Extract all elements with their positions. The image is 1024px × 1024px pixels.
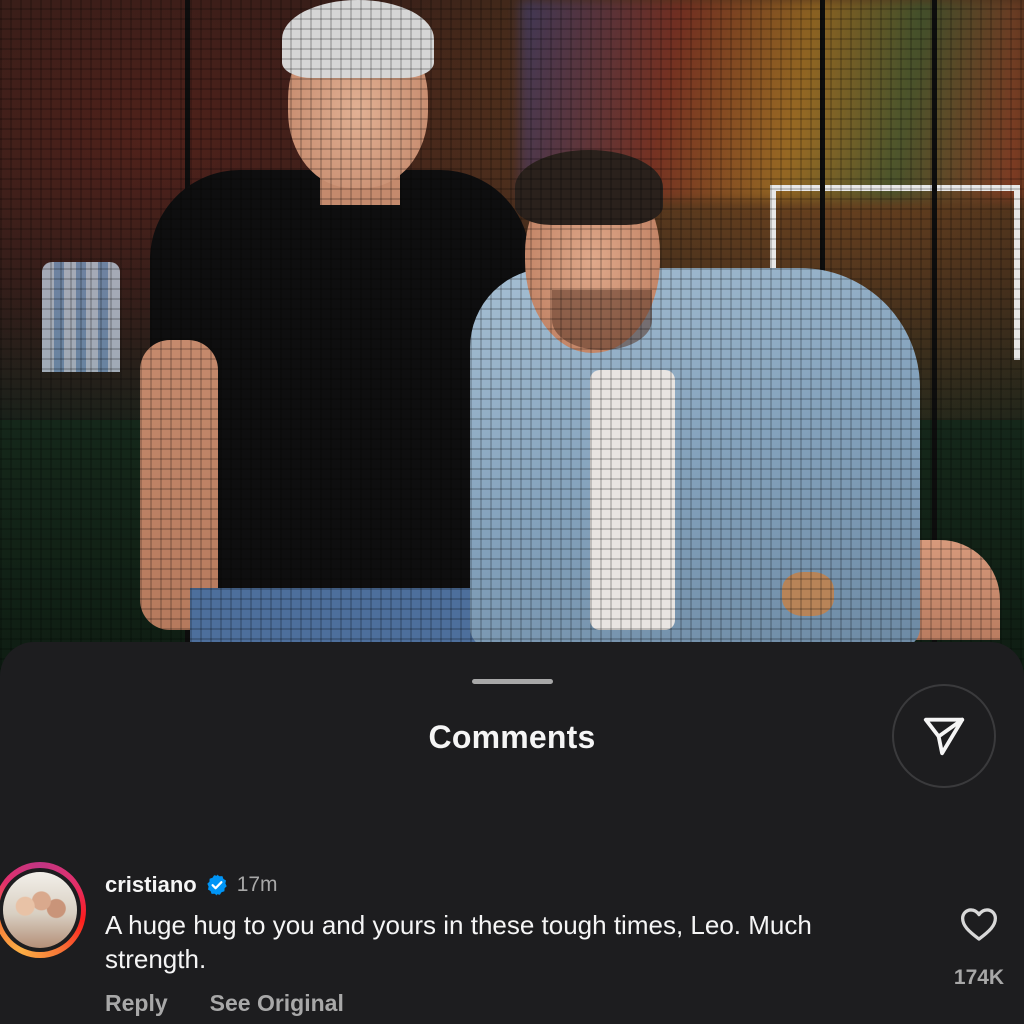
heart-icon[interactable] — [959, 906, 999, 942]
reply-button[interactable]: Reply — [105, 990, 168, 1017]
comment-username[interactable]: cristiano — [105, 872, 197, 898]
verified-badge-icon — [205, 873, 229, 897]
comment-item: cristiano 17m A huge hug to you and your… — [105, 868, 925, 976]
sheet-title: Comments — [428, 719, 596, 755]
comments-sheet: Comments cristiano 17m A huge hug to you… — [0, 642, 1024, 1024]
drag-handle[interactable] — [472, 679, 553, 684]
see-original-button[interactable]: See Original — [210, 990, 344, 1017]
story-ring[interactable] — [0, 862, 86, 958]
avatar[interactable] — [0, 868, 81, 952]
like-count: 174K — [953, 966, 1005, 989]
share-button[interactable] — [892, 684, 996, 788]
paper-plane-icon — [923, 717, 965, 756]
comment-text: A huge hug to you and yours in these tou… — [105, 910, 812, 974]
instagram-post-screen: Comments cristiano 17m A huge hug to you… — [0, 0, 1024, 1024]
like-control: 174K — [944, 906, 1014, 990]
post-photo[interactable] — [0, 0, 1024, 700]
net-overlay — [0, 0, 1024, 700]
comment-timestamp: 17m — [236, 873, 278, 896]
comment-header: cristiano 17m — [105, 868, 925, 902]
comment-actions: Reply See Original — [105, 990, 344, 1017]
